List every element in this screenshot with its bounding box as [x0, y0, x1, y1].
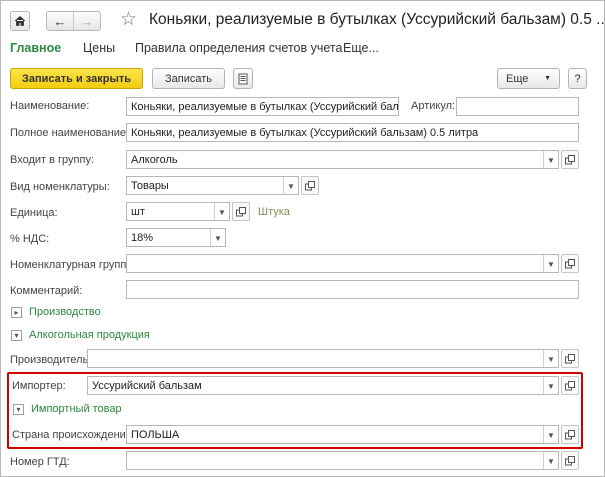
dropdown-arrow-icon[interactable]: ▼	[543, 350, 558, 367]
open-link-icon	[565, 429, 575, 439]
article-label: Артикул:	[411, 100, 456, 112]
vat-label: % НДС:	[10, 233, 50, 245]
producer-label: Производитель:	[10, 354, 92, 366]
section-alcohol[interactable]: Алкогольная продукция	[29, 329, 150, 341]
home-button[interactable]	[10, 11, 30, 31]
dropdown-arrow-icon[interactable]: ▼	[214, 203, 229, 220]
gtd-label: Номер ГТД:	[10, 456, 70, 468]
open-unit-button[interactable]	[232, 202, 250, 221]
chevron-down-icon: ▼	[544, 75, 551, 82]
tab-account-rules[interactable]: Правила определения счетов учета	[135, 41, 342, 55]
home-icon	[14, 15, 26, 26]
window-title: Коньяки, реализуемые в бутылках (Уссурий…	[149, 11, 605, 28]
full-name-field[interactable]: Коньяки, реализуемые в бутылках (Уссурий…	[126, 123, 579, 142]
country-label: Страна происхождения:	[12, 429, 135, 441]
arrow-left-icon[interactable]: ←	[47, 14, 73, 29]
kind-field[interactable]: Товары ▼	[126, 176, 299, 195]
open-link-icon	[565, 258, 575, 268]
report-button[interactable]	[233, 68, 253, 89]
open-link-icon	[236, 206, 246, 216]
document-list-icon	[238, 73, 248, 84]
more-actions-button[interactable]: Еще ▼	[497, 68, 560, 89]
article-field[interactable]	[456, 97, 579, 116]
nom-group-label: Номенклатурная группа:	[10, 259, 136, 271]
open-link-icon	[565, 455, 575, 465]
section-production[interactable]: Производство	[29, 306, 101, 318]
open-importer-button[interactable]	[561, 376, 579, 395]
arrow-right-icon[interactable]: →	[74, 14, 100, 29]
name-label: Наименование:	[10, 100, 90, 112]
name-field[interactable]: Коньяки, реализуемые в бутылках (Уссурий…	[126, 97, 399, 116]
chevron-down-icon[interactable]: ▾	[13, 404, 24, 415]
help-button[interactable]: ?	[568, 68, 587, 89]
chevron-down-icon[interactable]: ▾	[11, 330, 22, 341]
vat-value: 18%	[131, 232, 154, 244]
unit-label: Единица:	[10, 207, 58, 219]
kind-value: Товары	[131, 180, 169, 192]
open-link-icon	[565, 380, 575, 390]
dropdown-arrow-icon[interactable]: ▼	[543, 452, 558, 469]
history-nav: ← →	[46, 11, 101, 31]
star-icon[interactable]: ☆	[120, 8, 137, 31]
importer-value: Уссурийский бальзам	[92, 380, 202, 392]
open-group-button[interactable]	[561, 150, 579, 169]
tab-prices[interactable]: Цены	[83, 41, 115, 55]
country-value: ПОЛЬША	[131, 429, 180, 441]
full-name-label: Полное наименование:	[10, 127, 130, 139]
importer-field[interactable]: Уссурийский бальзам ▼	[87, 376, 559, 395]
group-field[interactable]: Алкоголь ▼	[126, 150, 559, 169]
country-field[interactable]: ПОЛЬША ▼	[126, 425, 559, 444]
item-form-window: ← → ☆ Коньяки, реализуемые в бутылках (У…	[0, 0, 605, 477]
tab-main[interactable]: Главное	[10, 41, 61, 55]
open-country-button[interactable]	[561, 425, 579, 444]
open-link-icon	[565, 353, 575, 363]
dropdown-arrow-icon[interactable]: ▼	[283, 177, 298, 194]
group-value: Алкоголь	[131, 154, 178, 166]
unit-value: шт	[131, 206, 145, 218]
section-imported[interactable]: Импортный товар	[31, 403, 122, 415]
kind-label: Вид номенклатуры:	[10, 181, 110, 193]
chevron-right-icon[interactable]: ▸	[11, 307, 22, 318]
tab-more[interactable]: Еще...	[343, 41, 379, 55]
producer-field[interactable]: ▼	[87, 349, 559, 368]
dropdown-arrow-icon[interactable]: ▼	[543, 377, 558, 394]
open-nom-group-button[interactable]	[561, 254, 579, 273]
unit-full-name: Штука	[258, 206, 290, 218]
more-actions-label: Еще	[506, 72, 529, 85]
dropdown-arrow-icon[interactable]: ▼	[543, 255, 558, 272]
open-gtd-button[interactable]	[561, 451, 579, 470]
open-link-icon	[305, 180, 315, 190]
dropdown-arrow-icon[interactable]: ▼	[543, 426, 558, 443]
open-producer-button[interactable]	[561, 349, 579, 368]
comment-label: Комментарий:	[10, 285, 83, 297]
gtd-field[interactable]: ▼	[126, 451, 559, 470]
save-button[interactable]: Записать	[152, 68, 225, 89]
dropdown-arrow-icon[interactable]: ▼	[543, 151, 558, 168]
open-kind-button[interactable]	[301, 176, 319, 195]
save-and-close-button[interactable]: Записать и закрыть	[10, 68, 143, 89]
group-label: Входит в группу:	[10, 154, 94, 166]
dropdown-arrow-icon[interactable]: ▼	[210, 229, 225, 246]
nom-group-field[interactable]: ▼	[126, 254, 559, 273]
unit-field[interactable]: шт ▼	[126, 202, 230, 221]
vat-field[interactable]: 18% ▼	[126, 228, 226, 247]
comment-field[interactable]	[126, 280, 579, 299]
importer-label: Импортер:	[12, 380, 66, 392]
open-link-icon	[565, 154, 575, 164]
